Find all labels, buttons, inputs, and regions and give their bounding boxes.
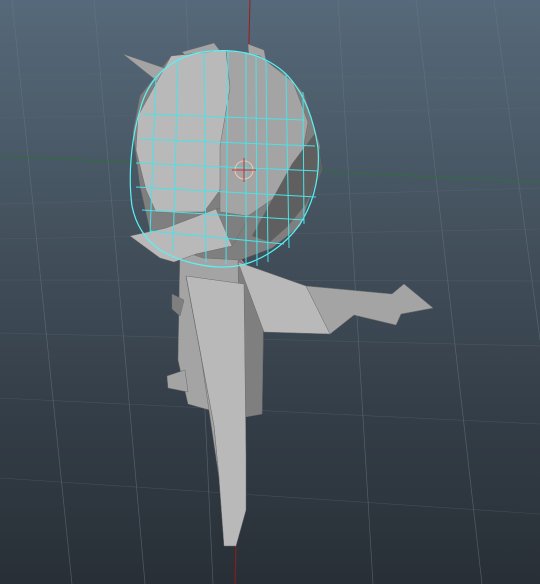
grid-line bbox=[0, 397, 540, 425]
grid-line bbox=[93, 0, 146, 584]
grid-line bbox=[0, 332, 540, 347]
grid-line bbox=[0, 477, 540, 515]
viewport-scene[interactable] bbox=[0, 0, 540, 584]
grid-line bbox=[11, 0, 73, 584]
grid-line bbox=[493, 0, 540, 341]
left-foot-mesh[interactable] bbox=[166, 369, 189, 393]
grid-line bbox=[415, 0, 483, 584]
front-leg-mesh[interactable] bbox=[185, 275, 247, 547]
3d-viewport[interactable] bbox=[0, 0, 540, 584]
character-mesh[interactable] bbox=[122, 42, 434, 547]
